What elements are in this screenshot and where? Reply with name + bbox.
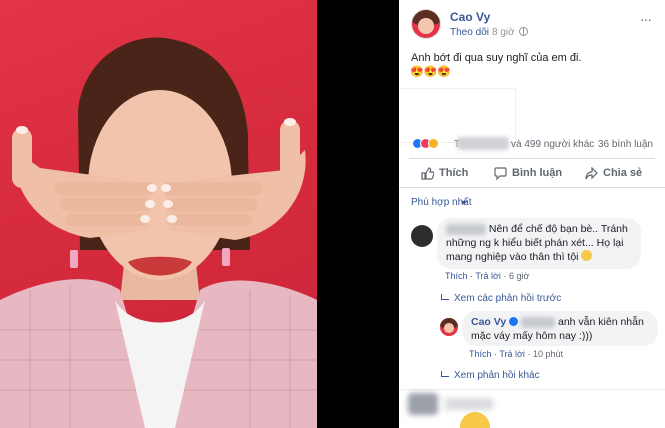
view-previous-replies-label: Xem các phản hồi trước: [454, 293, 562, 304]
reply-author[interactable]: Cao Vy: [471, 316, 506, 328]
thumbs-up-icon: [421, 166, 435, 180]
haha-reaction-icon: [428, 138, 439, 149]
post-timestamp[interactable]: 8 giờ: [492, 27, 515, 38]
emoji-sticker: [460, 412, 490, 428]
reply-bubble: Cao Vy anh vẫn kiên nhẫn mặc váy mấy hôm…: [462, 311, 658, 346]
post-text: Anh bớt đi qua suy nghĩ của em đi.: [411, 52, 582, 64]
follow-link[interactable]: Theo dõi: [450, 27, 489, 38]
chevron-down-icon[interactable]: [461, 201, 467, 205]
comment-like-link[interactable]: Thích: [445, 271, 468, 281]
blurred-commenter-name[interactable]: [446, 223, 486, 235]
reaction-icons[interactable]: [412, 138, 439, 150]
share-button[interactable]: Chia sẻ: [585, 164, 642, 182]
watermark-overlay: [399, 88, 516, 143]
like-button[interactable]: Thích: [421, 164, 468, 182]
reply-actions: Thích · Trả lời · 10 phút: [469, 349, 563, 359]
reply-arrow-icon: [441, 371, 449, 377]
globe-icon: [519, 27, 528, 36]
verified-icon: [509, 317, 519, 326]
blurred-mention[interactable]: [521, 316, 556, 328]
share-icon: [585, 166, 598, 180]
view-previous-replies-link[interactable]: Xem các phản hồi trước: [441, 293, 561, 304]
commenter-avatar[interactable]: [411, 225, 433, 247]
separator-dot: ·: [485, 26, 489, 37]
photo-viewer-gutter: [317, 0, 399, 428]
divider: [399, 389, 665, 390]
blurred-name: [457, 137, 509, 150]
comment-label: Bình luận: [512, 167, 563, 179]
reply-arrow-icon: [441, 294, 449, 300]
post-photo[interactable]: [0, 0, 317, 428]
reaction-count[interactable]: và 499 người khác: [511, 139, 594, 150]
comment-bubble: Nên để chế độ bạn bè.. Tránh những ng k …: [437, 218, 641, 269]
view-more-replies-label: Xem phản hồi khác: [454, 370, 540, 381]
divider: [399, 187, 665, 188]
woman-covering-eyes-illustration: [0, 37, 317, 428]
more-options-icon[interactable]: ···: [640, 11, 652, 27]
comment-count[interactable]: 36 bình luận: [598, 139, 653, 150]
reply-time[interactable]: 10 phút: [533, 349, 563, 359]
post-emoji: 😍😍😍: [410, 66, 452, 78]
smiley-emoji-icon: [581, 250, 593, 261]
blurred-content: [445, 398, 493, 410]
like-label: Thích: [439, 167, 469, 179]
divider: [409, 158, 655, 159]
author-reply-avatar[interactable]: [440, 318, 458, 336]
comment-time[interactable]: 6 giờ: [509, 271, 529, 281]
comment-actions: Thích · Trả lời · 6 giờ: [445, 271, 530, 281]
post-panel: Cao Vy Theo dõi · 8 giờ ··· Anh bớt đi q…: [399, 0, 665, 428]
reply-like-link[interactable]: Thích: [469, 349, 492, 359]
reply-reply-link[interactable]: Trả lời: [499, 349, 525, 359]
author-name[interactable]: Cao Vy: [450, 10, 490, 24]
comment-icon: [494, 166, 507, 180]
comment-button[interactable]: Bình luận: [494, 164, 562, 182]
blurred-avatar: [408, 393, 438, 415]
view-more-replies-link[interactable]: Xem phản hồi khác: [441, 370, 540, 381]
author-avatar[interactable]: [411, 9, 441, 39]
comment-reply-link[interactable]: Trả lời: [475, 271, 501, 281]
share-label: Chia sẻ: [603, 167, 643, 179]
